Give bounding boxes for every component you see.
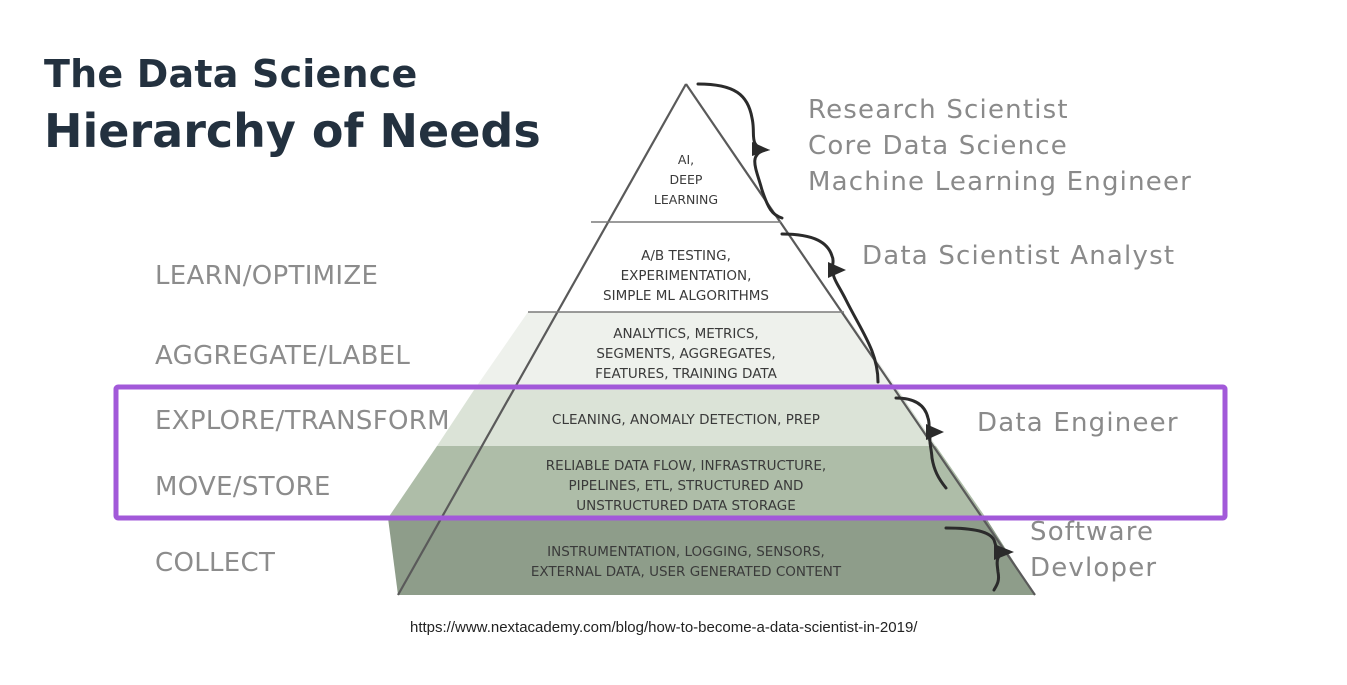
- tier-text-data-flow: RELIABLE DATA FLOW, INFRASTRUCTURE, PIPE…: [545, 458, 827, 514]
- slide: The Data Science Hierarchy of Needs LEAR…: [0, 0, 1347, 685]
- role-core-data-science: Core Data Science: [808, 131, 1068, 161]
- stage-label-aggregate-label: AGGREGATE/LABEL: [155, 341, 411, 371]
- role-research-scientist: Research Scientist: [808, 95, 1069, 125]
- brace-engineer-point: [926, 424, 944, 440]
- tier-text-instrumentation: INSTRUMENTATION, LOGGING, SENSORS, EXTER…: [530, 544, 842, 580]
- stage-label-move-store: MOVE/STORE: [155, 472, 331, 502]
- stage-label-explore-transform: EXPLORE/TRANSFORM: [155, 406, 450, 436]
- role-label-software-developer: Software Devloper: [1030, 517, 1158, 583]
- brace-top-point: [752, 142, 770, 156]
- tier-text-cleaning: CLEANING, ANOMALY DETECTION, PREP: [552, 412, 820, 428]
- tier-text-ai-deep-learning: AI, DEEP LEARNING: [653, 152, 719, 207]
- brace-analyst-point: [828, 262, 846, 278]
- role-label-research-group: Research Scientist Core Data Science Mac…: [808, 92, 1192, 200]
- source-url: https://www.nextacademy.com/blog/how-to-…: [410, 619, 918, 636]
- tier-text-ab-testing: A/B TESTING, EXPERIMENTATION, SIMPLE ML …: [603, 248, 769, 304]
- role-label-data-engineer: Data Engineer: [977, 408, 1179, 438]
- role-machine-learning-engineer: Machine Learning Engineer: [808, 167, 1193, 197]
- stage-label-learn-optimize: LEARN/OPTIMIZE: [155, 261, 379, 291]
- stage-label-collect: COLLECT: [155, 548, 276, 578]
- role-label-data-scientist-analyst: Data Scientist Analyst: [862, 241, 1176, 271]
- tier-text-analytics: ANALYTICS, METRICS, SEGMENTS, AGGREGATES…: [595, 326, 777, 382]
